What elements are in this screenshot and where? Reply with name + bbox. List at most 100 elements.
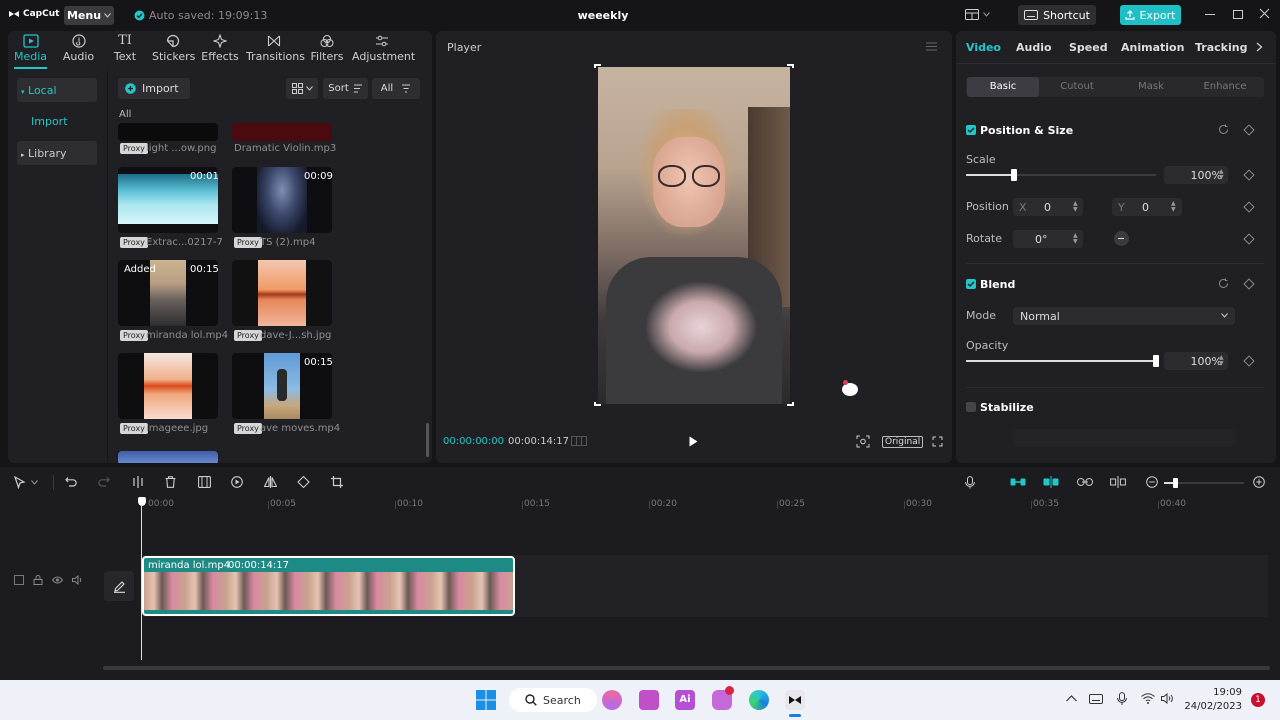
media-thumb-imageee[interactable] xyxy=(118,353,218,419)
subtab-enhance[interactable]: Enhance xyxy=(1188,77,1262,97)
wifi-tray-icon[interactable] xyxy=(1141,693,1155,704)
reverse-button[interactable] xyxy=(231,476,243,488)
media-thumb-dave[interactable] xyxy=(232,260,332,326)
zoom-in-button[interactable] xyxy=(1253,476,1265,488)
select-tool-button[interactable] xyxy=(14,476,38,489)
ratio-button[interactable]: Original xyxy=(882,436,924,448)
shortcut-button[interactable]: Shortcut xyxy=(1018,5,1096,25)
crop-button[interactable] xyxy=(331,476,343,488)
player-menu-icon[interactable] xyxy=(926,42,937,51)
play-button[interactable] xyxy=(689,436,698,447)
position-size-checkbox[interactable] xyxy=(966,125,976,135)
zoom-out-button[interactable] xyxy=(1146,476,1158,488)
sort-button[interactable]: Sort xyxy=(323,78,368,99)
tab-audio[interactable]: Audio xyxy=(62,34,95,63)
timeline-ruler[interactable]: 00:00 00:05 00:10 00:15 00:20 00:25 00:3… xyxy=(142,497,1280,513)
clock-time[interactable]: 19:09 xyxy=(1200,687,1242,698)
tab-stickers[interactable]: Stickers xyxy=(152,34,195,63)
taskbar-app-illustrator[interactable]: Ai xyxy=(675,690,695,710)
taskbar-app-check[interactable] xyxy=(639,690,659,710)
rotate-dial[interactable] xyxy=(1114,231,1129,246)
clock-date[interactable]: 24/02/2023 xyxy=(1184,701,1242,712)
taskbar-search[interactable]: Search xyxy=(509,688,597,712)
tray-overflow-icon[interactable] xyxy=(1066,695,1077,702)
scale-slider[interactable] xyxy=(966,169,1156,181)
mode-select[interactable]: Normal xyxy=(1013,307,1235,325)
media-thumb-light[interactable] xyxy=(118,123,218,141)
preview-corner-handle[interactable] xyxy=(594,402,601,406)
tab-adjustment[interactable]: Adjustment xyxy=(352,34,415,63)
taskbar-app-pinwheel[interactable] xyxy=(602,690,622,710)
mirror-button[interactable] xyxy=(264,476,277,488)
tab-audio-props[interactable]: Audio xyxy=(1016,41,1052,54)
close-button[interactable] xyxy=(1259,8,1270,19)
tab-speed[interactable]: Speed xyxy=(1069,41,1108,54)
reset-icon[interactable] xyxy=(1218,124,1229,135)
record-voice-button[interactable] xyxy=(965,476,975,489)
auto-snap-button[interactable] xyxy=(1043,476,1059,488)
zoom-slider[interactable] xyxy=(1164,478,1244,488)
freeze-button[interactable] xyxy=(198,476,211,488)
preview-corner-handle[interactable] xyxy=(787,64,794,68)
opacity-stepper[interactable]: ▲ ▼ xyxy=(1219,355,1224,367)
keyframe-diamond-icon[interactable] xyxy=(1243,124,1255,136)
preview-corner-handle[interactable] xyxy=(787,402,794,406)
timeline-scrollbar[interactable] xyxy=(103,666,1270,670)
minimize-button[interactable] xyxy=(1205,14,1215,15)
view-mode-button[interactable] xyxy=(286,78,318,99)
position-x-stepper[interactable]: ▲ ▼ xyxy=(1073,201,1078,213)
zoom-slider-knob[interactable] xyxy=(1173,478,1178,488)
sidebar-item-import[interactable]: Import xyxy=(31,115,68,128)
blend-checkbox[interactable] xyxy=(966,279,976,289)
timeline-grid-icon[interactable] xyxy=(571,436,587,446)
main-track-magnet-button[interactable] xyxy=(1010,478,1026,486)
keyframe-diamond-icon[interactable] xyxy=(1243,201,1255,213)
more-tabs-icon[interactable] xyxy=(1256,42,1263,52)
redo-button[interactable] xyxy=(98,476,110,488)
rotate-stepper[interactable]: ▲ ▼ xyxy=(1073,233,1078,245)
delete-button[interactable] xyxy=(165,476,176,488)
speaker-icon[interactable] xyxy=(72,575,83,585)
taskbar-app-edge[interactable] xyxy=(749,690,769,710)
tab-animation[interactable]: Animation xyxy=(1121,41,1184,54)
fullscreen-button[interactable] xyxy=(932,436,943,447)
subtab-cutout[interactable]: Cutout xyxy=(1040,77,1114,97)
opacity-slider[interactable] xyxy=(966,355,1159,367)
media-scrollbar[interactable] xyxy=(426,423,429,457)
volume-tray-icon[interactable] xyxy=(1161,693,1175,704)
keyboard-tray-icon[interactable] xyxy=(1089,694,1103,704)
position-y-stepper[interactable]: ▲ ▼ xyxy=(1171,201,1176,213)
microphone-tray-icon[interactable] xyxy=(1117,692,1127,706)
layout-button[interactable] xyxy=(965,9,990,20)
linkage-button[interactable] xyxy=(1077,478,1093,486)
filter-button[interactable]: All xyxy=(372,78,420,99)
rotate-button[interactable] xyxy=(297,476,310,488)
keyframe-diamond-icon[interactable] xyxy=(1243,169,1255,181)
notification-badge[interactable]: 1 xyxy=(1251,693,1265,707)
tab-video[interactable]: Video xyxy=(966,41,1001,54)
sidebar-item-library[interactable]: ▸ Library xyxy=(17,141,97,165)
stabilize-select[interactable] xyxy=(1013,429,1235,447)
edit-cover-button[interactable] xyxy=(104,571,134,601)
snapshot-button[interactable] xyxy=(856,435,870,448)
cover-icon[interactable] xyxy=(14,575,24,585)
split-button[interactable] xyxy=(132,476,144,488)
maximize-button[interactable] xyxy=(1233,10,1243,19)
eye-icon[interactable] xyxy=(52,576,63,584)
subtab-basic[interactable]: Basic xyxy=(967,77,1039,97)
reset-icon[interactable] xyxy=(1218,278,1229,289)
media-thumb-next[interactable] xyxy=(118,451,218,463)
scale-stepper[interactable]: ▲ ▼ xyxy=(1219,169,1224,181)
keyframe-diamond-icon[interactable] xyxy=(1243,278,1255,290)
tab-media[interactable]: Media xyxy=(14,34,47,69)
taskbar-app-capcut[interactable] xyxy=(785,690,805,710)
tab-effects[interactable]: Effects xyxy=(201,34,239,63)
keyframe-diamond-icon[interactable] xyxy=(1243,355,1255,367)
timeline-clip[interactable]: miranda lol.mp4 00:00:14:17 xyxy=(142,556,515,616)
tab-text[interactable]: TI Text xyxy=(108,34,142,64)
playhead[interactable] xyxy=(138,497,146,506)
preview-corner-handle[interactable] xyxy=(594,64,601,68)
undo-button[interactable] xyxy=(65,476,77,488)
sidebar-item-local[interactable]: ▾ Local xyxy=(17,78,97,102)
export-button[interactable]: Export xyxy=(1120,5,1181,25)
